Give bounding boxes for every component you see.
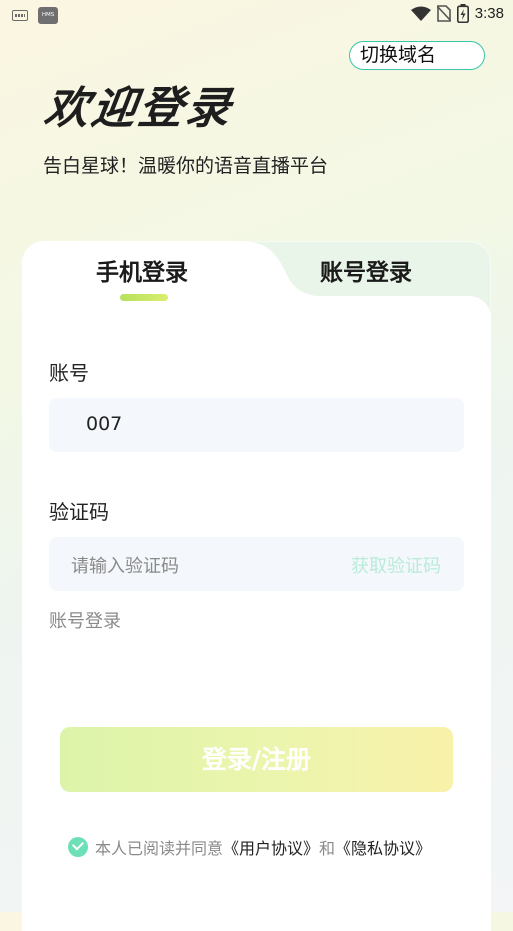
- switch-domain-button[interactable]: 切换域名: [349, 41, 485, 70]
- wifi-icon: [410, 6, 431, 21]
- login-card: 手机登录 账号登录 账号 007 验证码 请输入验证码 获取验证码 账号登录 登…: [22, 241, 491, 931]
- account-input-value: 007: [86, 413, 123, 435]
- tab-account-login[interactable]: 账号登录: [320, 253, 412, 287]
- code-input[interactable]: 请输入验证码 获取验证码: [49, 537, 464, 591]
- hms-icon: HMS: [38, 7, 58, 24]
- privacy-agreement-link[interactable]: 《隐私协议》: [335, 835, 431, 859]
- tab-phone-login[interactable]: 手机登录: [96, 253, 188, 287]
- switch-account-login-link[interactable]: 账号登录: [49, 607, 121, 633]
- keyboard-icon: [12, 10, 28, 21]
- login-register-button[interactable]: 登录/注册: [60, 727, 453, 792]
- agreement-and: 和: [319, 839, 336, 858]
- status-bar: HMS 3:38: [0, 0, 513, 30]
- check-circle-icon[interactable]: [68, 837, 88, 857]
- get-code-button[interactable]: 获取验证码: [351, 552, 441, 578]
- account-label: 账号: [49, 361, 89, 385]
- no-sim-icon: [436, 5, 451, 22]
- account-input[interactable]: 007: [49, 398, 464, 452]
- active-tab-indicator: [120, 294, 168, 301]
- welcome-title: 欢迎登录: [41, 83, 237, 134]
- code-input-placeholder: 请输入验证码: [71, 556, 179, 577]
- agreement-row: 本人已阅读并同意 《用户协议》 和 《隐私协议》: [68, 835, 431, 859]
- battery-charging-icon: [456, 4, 469, 23]
- welcome-subtitle: 告白星球！温暖你的语音直播平台: [43, 155, 329, 177]
- agreement-prefix: 本人已阅读并同意: [95, 839, 224, 858]
- clock-time: 3:38: [474, 5, 504, 22]
- user-agreement-link[interactable]: 《用户协议》: [223, 835, 319, 859]
- code-label: 验证码: [49, 500, 109, 524]
